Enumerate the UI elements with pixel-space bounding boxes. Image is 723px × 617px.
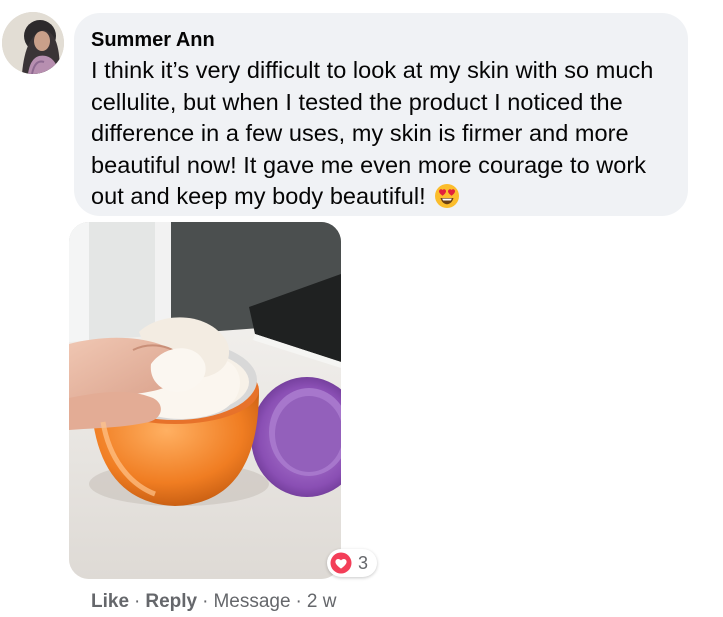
comment-photo[interactable]: [69, 222, 341, 579]
reaction-count: 3: [358, 552, 369, 573]
separator: ·: [202, 591, 209, 612]
reply-button[interactable]: Reply: [145, 591, 197, 612]
separator: ·: [134, 591, 141, 612]
message-button[interactable]: Message: [213, 591, 290, 612]
comment-text: I think it’s very difficult to look at m…: [91, 57, 654, 209]
avatar-image: [2, 12, 64, 74]
like-button[interactable]: Like: [91, 591, 129, 612]
comment-timestamp[interactable]: 2 w: [307, 591, 337, 612]
comment-author[interactable]: Summer Ann: [91, 27, 670, 53]
smiling-face-with-heart-eyes-icon: [434, 183, 460, 209]
avatar[interactable]: [2, 12, 64, 74]
separator: ·: [295, 591, 302, 612]
comment-body: I think it’s very difficult to look at m…: [91, 55, 670, 213]
cream-jar-photo: [69, 222, 341, 579]
comment-actions: Like · Reply · Message · 2 w: [91, 589, 336, 615]
comment: Summer Ann I think it’s very difficult t…: [0, 0, 723, 617]
reaction-summary[interactable]: 3: [327, 549, 378, 577]
comment-bubble: Summer Ann I think it’s very difficult t…: [74, 13, 688, 216]
love-heart-icon: [330, 552, 352, 574]
